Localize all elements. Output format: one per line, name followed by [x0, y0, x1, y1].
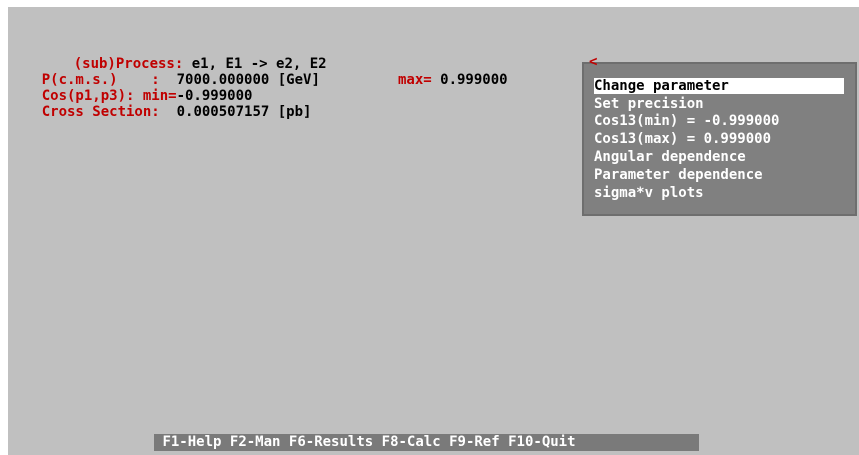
main-menu: < Change parameter Set precision Cos13(m… [582, 55, 857, 216]
function-key-bar: F1-Help F2-Man F6-Results F8-Calc F9-Ref… [154, 434, 699, 451]
f10-quit-key[interactable]: F10-Quit [508, 434, 575, 450]
menu-item-angular-dependence[interactable]: Angular dependence [594, 149, 746, 165]
f9-ref-key[interactable]: F9-Ref [449, 434, 500, 450]
menu-item-set-precision[interactable]: Set precision [594, 96, 704, 112]
f8-calc-key[interactable]: F8-Calc [382, 434, 441, 450]
cos-max-group: max= 0.999000 [398, 72, 508, 88]
menu-item-change-parameter[interactable]: Change parameter [594, 78, 844, 94]
menu-corner-arrow[interactable]: < [589, 55, 597, 69]
cos-max-value: 0.999000 [431, 72, 508, 88]
cross-section-line: Cross Section: 0.000507157 [pb] [8, 88, 312, 136]
menu-item-sigma-v-plots[interactable]: sigma*v plots [594, 185, 704, 201]
menu-item-parameter-dependence[interactable]: Parameter dependence [594, 167, 763, 183]
menu-item-cos13-max[interactable]: Cos13(max) = 0.999000 [594, 131, 771, 147]
f6-results-key[interactable]: F6-Results [289, 434, 373, 450]
cross-section-value: 0.000507157 [pb] [159, 104, 312, 120]
f2-man-key[interactable]: F2-Man [230, 434, 281, 450]
menu-item-cos13-min[interactable]: Cos13(min) = -0.999000 [594, 113, 779, 129]
cos-max-label: max= [398, 72, 432, 88]
cross-section-label: Cross Section: [41, 104, 160, 120]
f1-help-key[interactable]: F1-Help [162, 434, 221, 450]
